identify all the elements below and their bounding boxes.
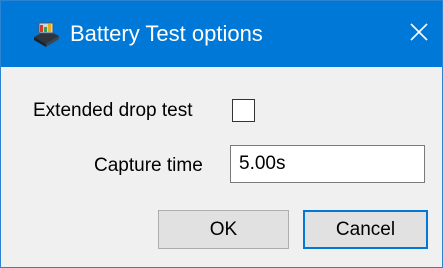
extended-drop-test-checkbox[interactable] <box>232 99 255 122</box>
extended-drop-test-label: Extended drop test <box>33 100 193 121</box>
dialog-body: Extended drop test Capture time OK Cance… <box>1 67 442 267</box>
window-title: Battery Test options <box>70 21 263 46</box>
close-button[interactable] <box>396 1 442 67</box>
capture-time-input[interactable] <box>230 145 425 183</box>
close-icon <box>409 22 429 47</box>
battery-test-app-icon <box>31 18 61 48</box>
title-bar[interactable]: Battery Test options <box>1 1 442 67</box>
battery-test-options-dialog: Battery Test options Extended drop test … <box>0 0 443 268</box>
ok-button[interactable]: OK <box>158 210 289 249</box>
cancel-button[interactable]: Cancel <box>303 210 428 249</box>
capture-time-label: Capture time <box>94 155 203 176</box>
